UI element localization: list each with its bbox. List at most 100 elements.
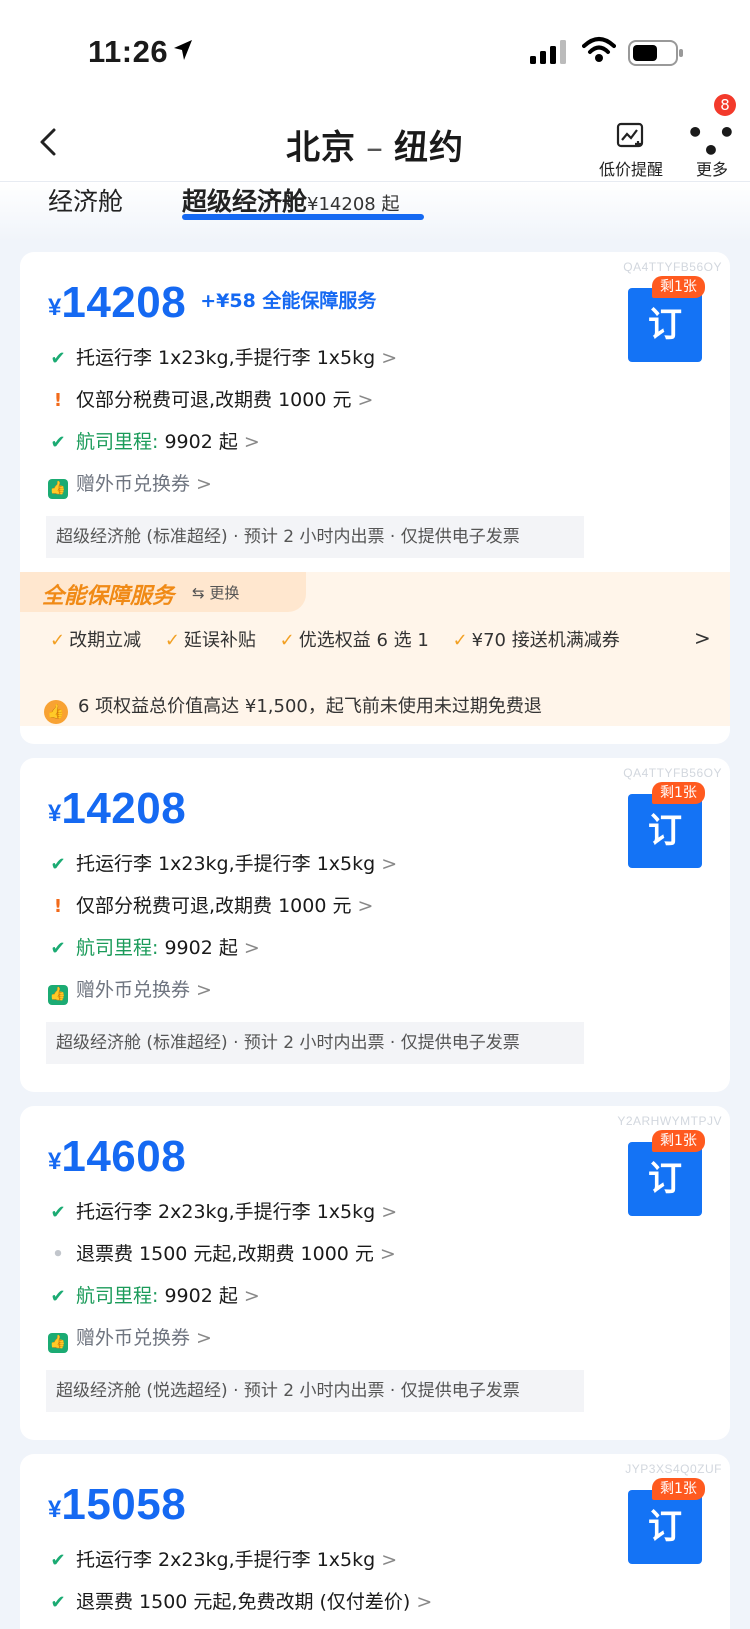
refund-row[interactable]: • 退票费 1500 元起,改期费 1000 元 > xyxy=(48,1240,396,1268)
chevron-right-icon: > xyxy=(243,1285,260,1307)
check-icon: ✔ xyxy=(50,1550,66,1571)
thumbs-up-icon: 👍 xyxy=(48,479,68,499)
book-button[interactable]: 订 xyxy=(628,1142,702,1216)
low-price-alert-label: 低价提醒 xyxy=(598,160,663,179)
benefit-label: 改期立减 xyxy=(69,630,142,651)
low-price-alert-button[interactable]: 低价提醒 xyxy=(594,122,668,180)
check-icon: ✔ xyxy=(50,938,66,959)
benefit-list: ✓ 改期立减 ✓ 延误补贴 ✓ 优选权益 6 选 1 ✓ ¥70 接送机满减券 xyxy=(50,626,638,652)
baggage-text: 托运行李 2x23kg,手提行李 1x5kg xyxy=(76,1549,376,1571)
cellular-signal-icon xyxy=(530,40,566,64)
warning-icon: ! xyxy=(53,896,63,917)
currency-symbol: ¥ xyxy=(48,800,62,827)
miles-label: 航司里程: xyxy=(76,1285,159,1307)
benefit-item: ✓ 改期立减 xyxy=(50,630,141,651)
baggage-row[interactable]: ✔ 托运行李 2x23kg,手提行李 1x5kg > xyxy=(48,1198,397,1226)
wifi-icon xyxy=(582,37,616,62)
baggage-row[interactable]: ✔ 托运行李 1x23kg,手提行李 1x5kg > xyxy=(48,344,397,372)
chevron-right-icon: > xyxy=(381,853,398,875)
service-swap-button[interactable]: ⇆ 更换 xyxy=(192,582,239,603)
bullet-dot-icon: • xyxy=(52,1244,64,1265)
service-note-text: 6 项权益总价值高达 ¥1,500，起飞前未使用未过期免费退 xyxy=(78,696,542,717)
fare-info: 超级经济舱 (悦选超经) · 预计 2 小时内出票 · 仅提供电子发票 xyxy=(46,1370,584,1412)
chevron-right-icon[interactable]: > xyxy=(694,626,711,650)
baggage-row[interactable]: ✔ 托运行李 1x23kg,手提行李 1x5kg > xyxy=(48,850,397,878)
refund-text: 仅部分税费可退,改期费 1000 元 xyxy=(76,389,352,411)
voucher-text: 赠外币兑换券 xyxy=(76,979,191,1001)
tab-economy[interactable]: 经济舱 xyxy=(48,182,123,218)
destination-city: 纽约 xyxy=(394,128,464,168)
voucher-text: 赠外币兑换券 xyxy=(76,473,191,495)
fare-card: JYP3XS4Q0ZUF ¥15058 订 剩1张 ✔ 托运行李 2x23kg,手… xyxy=(20,1454,730,1629)
currency-symbol: ¥ xyxy=(48,1148,62,1175)
fare-code: QA4TTYFB56OY xyxy=(623,260,722,274)
warning-icon: ! xyxy=(53,390,63,411)
fare-info: 超级经济舱 (标准超经) · 预计 2 小时内出票 · 仅提供电子发票 xyxy=(46,1022,584,1064)
tab-super-economy[interactable]: 超级经济舱¥14208 起 xyxy=(182,182,399,218)
price-value: 14608 xyxy=(61,1132,187,1181)
chevron-right-icon: > xyxy=(381,347,398,369)
benefit-label: 延误补贴 xyxy=(183,630,256,651)
refund-text: 退票费 1500 元起,免费改期 (仅付差价) xyxy=(76,1591,411,1613)
voucher-row[interactable]: 👍 赠外币兑换券 > xyxy=(48,470,212,499)
miles-label: 航司里程: xyxy=(76,431,159,453)
baggage-row[interactable]: ✔ 托运行李 2x23kg,手提行李 1x5kg > xyxy=(48,1546,397,1574)
benefit-item: ✓ ¥70 接送机满减券 xyxy=(453,630,620,651)
tick-icon: ✓ xyxy=(279,630,295,651)
check-icon: ✔ xyxy=(50,854,66,875)
voucher-row[interactable]: 👍 赠外币兑换券 > xyxy=(48,976,212,1005)
refund-row[interactable]: ! 仅部分税费可退,改期费 1000 元 > xyxy=(48,892,374,920)
fare-card: Y2ARHWYMTPJV ¥14608 订 剩1张 ✔ 托运行李 2x23kg,手… xyxy=(20,1106,730,1440)
seats-remaining-badge: 剩1张 xyxy=(652,1478,705,1500)
currency-symbol: ¥ xyxy=(48,1496,62,1523)
refund-row[interactable]: ✔ 退票费 1500 元起,免费改期 (仅付差价) > xyxy=(48,1588,432,1616)
seats-remaining-badge: 剩1张 xyxy=(652,276,705,298)
route-dash: – xyxy=(366,128,384,168)
fare-card: QA4TTYFB56OY ¥14208 订 剩1张 ✔ 托运行李 1x23kg,手… xyxy=(20,758,730,1092)
voucher-row[interactable]: 👍 赠外币兑换券 > xyxy=(48,1324,212,1353)
baggage-text: 托运行李 2x23kg,手提行李 1x5kg xyxy=(76,1201,376,1223)
fare-code: QA4TTYFB56OY xyxy=(623,766,722,780)
status-time: 11:26 xyxy=(88,34,169,69)
chevron-right-icon: > xyxy=(416,1591,433,1613)
check-icon: ✔ xyxy=(50,1286,66,1307)
chevron-right-icon: > xyxy=(196,979,212,1001)
miles-row[interactable]: ✔ 航司里程: 9902 起 > xyxy=(48,428,259,456)
check-icon: ✔ xyxy=(50,1202,66,1223)
tick-icon: ✓ xyxy=(50,630,66,651)
miles-label: 航司里程: xyxy=(76,937,159,959)
price-value: 14208 xyxy=(61,784,187,833)
book-button[interactable]: 订 xyxy=(628,288,702,362)
miles-row[interactable]: ✔ 航司里程: 9902 起 > xyxy=(48,934,260,962)
location-arrow-icon xyxy=(174,40,192,60)
refund-row[interactable]: ! 仅部分税费可退,改期费 1000 元 > xyxy=(48,386,374,414)
fare-card: QA4TTYFB56OY ¥14208 +¥58 全能保障服务 订 剩1张 ✔ 托运… xyxy=(20,252,730,744)
thumbs-up-icon: 👍 xyxy=(48,1333,68,1353)
fare-price: ¥15058 xyxy=(48,1480,186,1530)
more-button[interactable]: • • • 更多 xyxy=(684,116,740,180)
check-icon: ✔ xyxy=(50,432,66,453)
addon-service[interactable]: +¥58 全能保障服务 xyxy=(200,290,376,312)
price-trend-icon xyxy=(616,122,644,148)
benefit-item: ✓ 优选权益 6 选 1 xyxy=(280,630,429,651)
service-title: 全能保障服务 xyxy=(42,584,175,609)
price-value: 15058 xyxy=(61,1480,187,1529)
fare-price: ¥14208 +¥58 全能保障服务 xyxy=(48,278,376,328)
check-icon: ✔ xyxy=(50,348,66,369)
tab-super-economy-price: ¥14208 起 xyxy=(307,194,400,215)
chevron-right-icon: > xyxy=(243,937,260,959)
refund-text: 退票费 1500 元起,改期费 1000 元 xyxy=(76,1243,374,1265)
more-label: 更多 xyxy=(695,160,728,179)
book-button[interactable]: 订 xyxy=(628,794,702,868)
more-dots-icon: • • • xyxy=(686,116,738,167)
miles-row[interactable]: ✔ 航司里程: 9902 起 > xyxy=(48,1282,260,1310)
book-button[interactable]: 订 xyxy=(628,1490,702,1564)
chevron-right-icon: > xyxy=(357,895,374,917)
fare-price: ¥14608 xyxy=(48,1132,186,1182)
seats-remaining-badge: 剩1张 xyxy=(652,782,705,804)
thumbs-up-icon: 👍 xyxy=(44,700,68,724)
miles-value: 9902 起 xyxy=(164,431,238,453)
active-tab-indicator xyxy=(182,214,424,220)
chevron-right-icon: > xyxy=(357,389,374,411)
service-panel: 全能保障服务 ⇆ 更换 ✓ 改期立减 ✓ 延误补贴 ✓ 优选权益 6 选 1 ✓ ¥70… xyxy=(20,572,730,726)
